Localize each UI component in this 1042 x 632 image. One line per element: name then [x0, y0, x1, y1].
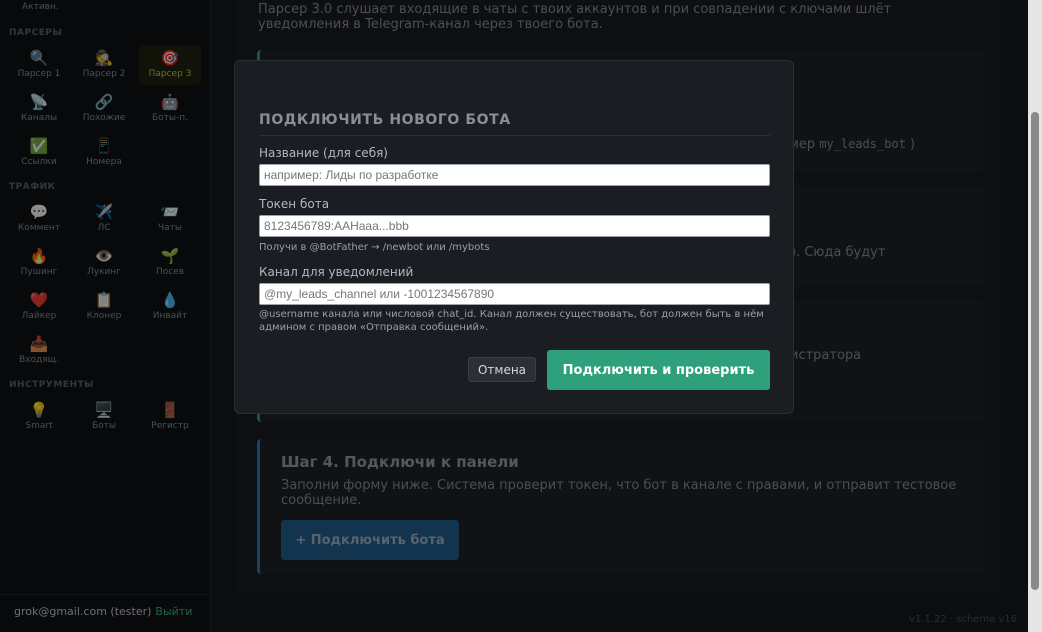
connect-and-verify-button[interactable]: Подключить и проверить [547, 350, 770, 390]
bot-token-label: Токен бота [259, 197, 330, 211]
modal-title: ПОДКЛЮЧИТЬ НОВОГО БОТА [259, 112, 511, 128]
channel-input[interactable] [259, 283, 770, 305]
scrollbar-thumb[interactable] [1031, 112, 1039, 590]
cancel-button[interactable]: Отмена [468, 357, 536, 382]
channel-label: Канал для уведомлений [259, 265, 414, 279]
modal-title-divider [259, 135, 770, 136]
bot-name-label: Название (для себя) [259, 146, 388, 160]
bot-token-input[interactable] [259, 215, 770, 237]
connect-bot-modal: ПОДКЛЮЧИТЬ НОВОГО БОТА Название (для себ… [234, 60, 794, 414]
channel-hint: @username канала или числовой chat_id. К… [259, 309, 764, 333]
bot-token-hint: Получи в @BotFather → /newbot или /mybot… [259, 242, 490, 253]
bot-name-input[interactable] [259, 164, 770, 186]
